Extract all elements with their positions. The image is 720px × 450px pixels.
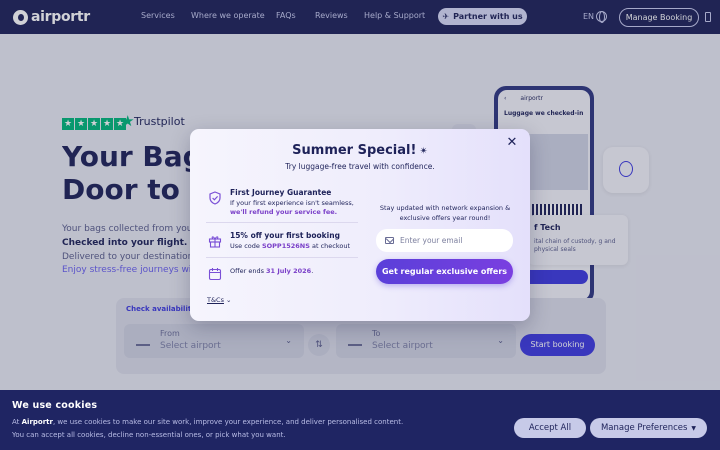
feature-guarantee-desc-line-2: we'll refund your service fee. (230, 208, 338, 216)
feature-offer-end: Offer ends 31 July 2026. (206, 264, 358, 281)
sparkle-icon: ✴ (419, 146, 428, 157)
manage-preferences-button[interactable]: Manage Preferences ▼ (590, 418, 707, 438)
feature-offer-end-desc: Offer ends 31 July 2026. (230, 267, 313, 276)
summer-special-modal: ✕ Summer Special! ✴ Try luggage-free trav… (190, 129, 530, 321)
feature-guarantee-title: First Journey Guarantee (230, 188, 332, 197)
manage-preferences-label: Manage Preferences (600, 423, 688, 433)
email-input[interactable] (400, 236, 510, 245)
divider (206, 257, 358, 258)
cookie-text-suffix: , we use cookies to make our site work, … (52, 418, 404, 426)
discount-code: SOPP1526NS (261, 242, 310, 250)
cookie-text-line-2: You can accept all cookies, decline non-… (12, 431, 286, 439)
feature-guarantee: First Journey Guarantee If your first ex… (206, 188, 358, 218)
feature-discount-desc: Use code SOPP1526NS at checkout (230, 242, 350, 251)
modal-subtitle: Try luggage-free travel with confidence. (285, 162, 435, 171)
cookie-text-prefix: At (12, 418, 22, 426)
cookie-title: We use cookies (12, 400, 98, 411)
discount-suffix: at checkout (309, 242, 351, 250)
caret-down-icon: ▼ (691, 425, 697, 432)
offer-end-date: 31 July 2026 (266, 267, 312, 275)
chevron-down-icon: ⌄ (225, 296, 232, 304)
feature-guarantee-desc-line-1: If your first experience isn't seamless, (230, 199, 354, 207)
divider (206, 222, 358, 223)
envelope-icon (385, 237, 394, 244)
accept-all-button[interactable]: Accept All (514, 418, 586, 438)
gift-icon (208, 233, 222, 248)
modal-title-text: Summer Special! (292, 143, 417, 158)
get-exclusive-offers-button[interactable]: Get regular exclusive offers (376, 259, 513, 284)
feature-discount-title: 15% off your first booking (230, 231, 340, 240)
modal-title: Summer Special! ✴ (190, 143, 530, 158)
newsletter-copy: Stay updated with network expansion & ex… (379, 204, 511, 222)
terms-and-conditions-toggle[interactable]: T&Cs ⌄ (207, 296, 231, 304)
cookie-text-line-1: At Airportr, we use cookies to make our … (12, 418, 403, 426)
tc-label: T&Cs (207, 296, 224, 304)
cookie-text-brand: Airportr (21, 418, 53, 426)
calendar-icon (208, 266, 222, 281)
cookie-banner: We use cookies At Airportr, we use cooki… (0, 390, 720, 450)
offer-end-suffix: . (311, 267, 314, 275)
feature-guarantee-desc: If your first experience isn't seamless,… (230, 199, 354, 217)
email-field-wrapper[interactable] (376, 229, 513, 252)
feature-discount: 15% off your first booking Use code SOPP… (206, 231, 358, 253)
offer-end-prefix: Offer ends (230, 267, 267, 275)
shield-check-icon (208, 190, 222, 205)
discount-prefix: Use code (230, 242, 262, 250)
